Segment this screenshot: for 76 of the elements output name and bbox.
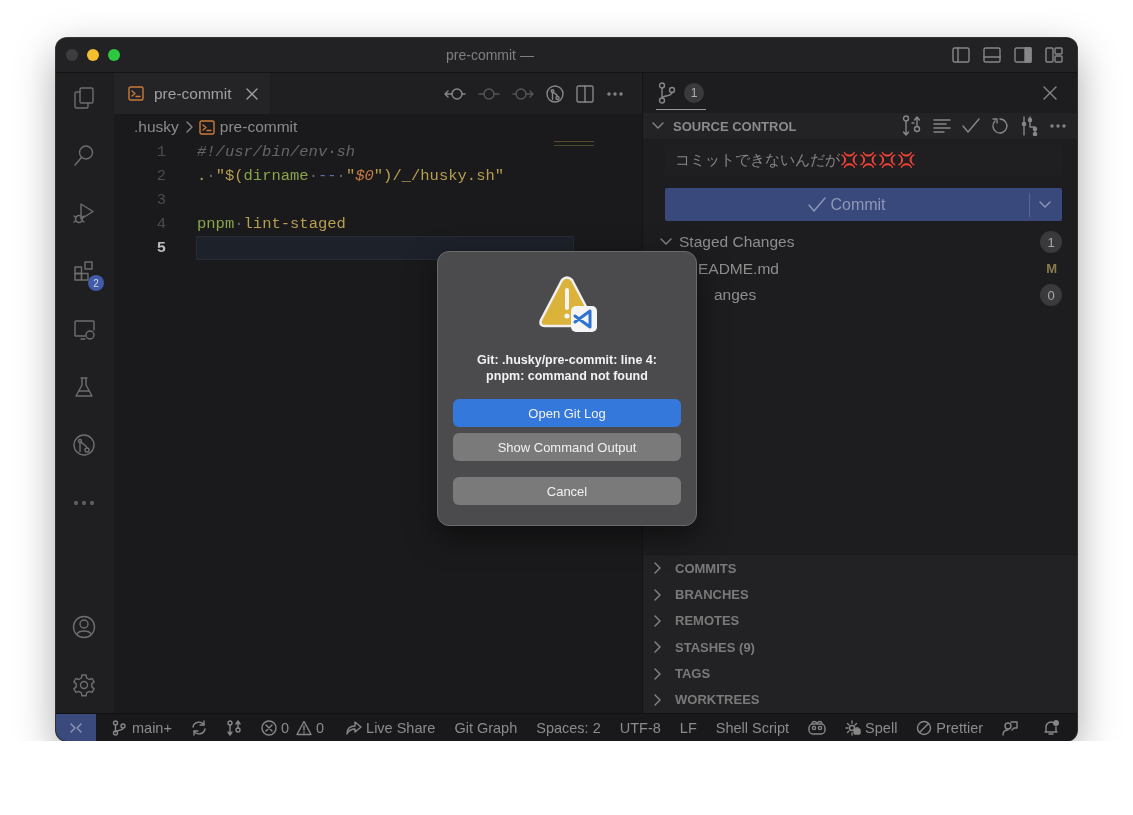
status-item[interactable]: Spell [845, 719, 898, 736]
group-label[interactable]: Staged Changes [679, 233, 795, 252]
notification-count: 2 [88, 275, 104, 291]
code-line: pnpm·lint-staged [197, 214, 346, 235]
account-icon[interactable] [72, 615, 98, 641]
minimize-button[interactable] [87, 49, 99, 61]
check-icon [808, 196, 827, 213]
share-arrow-icon [346, 719, 363, 736]
sync-icon[interactable] [190, 719, 207, 736]
error-icon [260, 719, 277, 736]
compare-icon[interactable] [902, 115, 922, 137]
status-item[interactable]: Git Graph [454, 719, 518, 736]
git-graph-icon[interactable] [72, 433, 98, 459]
commit-node-icon[interactable] [478, 85, 500, 102]
view-list-icon[interactable] [933, 117, 951, 135]
source-control-tab[interactable]: 1 [656, 76, 706, 110]
terminal-icon [128, 86, 144, 101]
branch-icon [112, 719, 128, 736]
dialog-button[interactable]: Show Command Output [453, 433, 681, 461]
layout-icon[interactable] [1045, 47, 1063, 63]
dialog-button[interactable]: Open Git Log [453, 399, 681, 427]
bell-icon[interactable] [1043, 719, 1059, 736]
section-title[interactable]: COMMITS [675, 560, 737, 576]
split-editor-icon[interactable] [576, 84, 594, 103]
git-graph-icon[interactable] [546, 84, 564, 103]
terminal-icon [198, 119, 215, 135]
window-title: pre-commit — [446, 47, 534, 63]
secondary-sidebar-icon[interactable] [1014, 47, 1032, 63]
panel-toggle-icon[interactable] [983, 47, 1001, 63]
check-icon[interactable] [962, 117, 980, 135]
zoom-button[interactable] [108, 49, 120, 61]
section-title[interactable]: TAGS [675, 666, 711, 682]
compare-icon[interactable] [225, 719, 242, 736]
section-title[interactable]: STASHES (9) [675, 639, 755, 655]
file-name[interactable]: EADME.md [698, 259, 779, 278]
dialog-button[interactable]: Cancel [453, 477, 681, 505]
close-icon[interactable] [246, 87, 258, 100]
count-badge: 0 [1040, 284, 1062, 307]
editor-tab[interactable]: pre-commit [114, 73, 270, 114]
count-badge: 1 [1040, 231, 1062, 254]
status-item[interactable]: LF [679, 719, 697, 736]
remote-button[interactable] [56, 714, 96, 741]
status-item[interactable]: Live Share [346, 719, 436, 736]
close-icon[interactable] [1043, 86, 1057, 100]
breadcrumb-item[interactable]: .husky [134, 118, 179, 136]
settings-icon[interactable] [72, 673, 98, 699]
dialog-message: Git: .husky/pre-commit: line 4: pnpm: command not found [476, 352, 658, 384]
section-title[interactable]: REMOTES [675, 613, 740, 629]
prohibited-icon [916, 719, 933, 736]
status-item[interactable]: main+ [112, 719, 172, 736]
status-item[interactable]: Shell Script [715, 719, 790, 736]
warning-icon [296, 719, 312, 736]
monitor-icon[interactable] [72, 317, 98, 343]
chevron-down-icon[interactable] [1038, 199, 1052, 210]
refresh-icon[interactable] [991, 117, 1009, 135]
code-line: .·"$(dirname·--·"$0")/_/husky.sh" [197, 166, 505, 187]
previous-change-icon[interactable] [444, 85, 466, 102]
group-label[interactable]: anges [714, 286, 757, 305]
status-item[interactable]: UTF-8 [619, 719, 661, 736]
problems-indicator[interactable]: 0 0 [260, 719, 328, 736]
section-title[interactable]: WORKTREES [675, 692, 760, 708]
chevron-down-icon[interactable] [651, 121, 665, 131]
commit-button[interactable]: Commit [665, 188, 1062, 221]
section-title[interactable]: BRANCHES [675, 587, 749, 603]
code-line: #!/usr/bin/env·sh [197, 142, 356, 163]
status-item[interactable]: Prettier [916, 719, 984, 736]
sidebar-toggle-icon[interactable] [952, 47, 970, 63]
status-item[interactable]: Spaces: 2 [536, 719, 601, 736]
tab-label: pre-commit [154, 84, 232, 103]
branch-icon [658, 82, 676, 104]
graph-tree-icon[interactable] [1020, 116, 1038, 136]
file-status: M [1046, 261, 1057, 277]
line-number: 5 [155, 238, 166, 259]
count-badge: 1 [684, 83, 704, 103]
breadcrumb-item[interactable]: pre-commit [219, 118, 298, 136]
section-title[interactable]: SOURCE CONTROL [673, 118, 797, 134]
